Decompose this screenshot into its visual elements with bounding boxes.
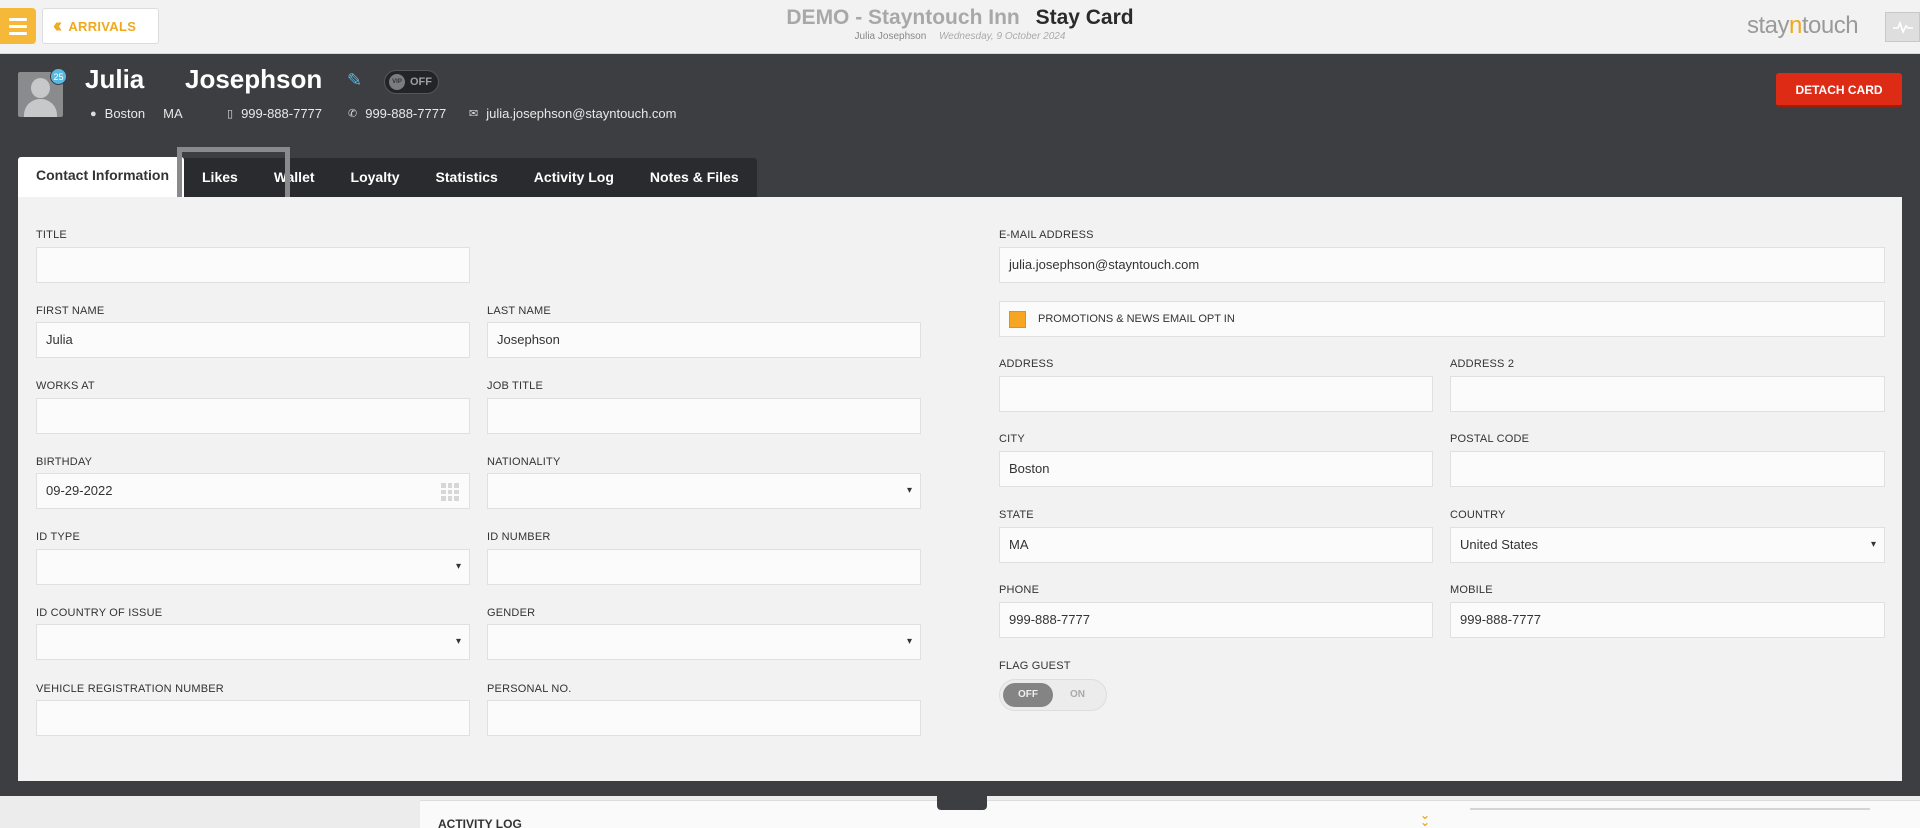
divider [1470, 808, 1870, 810]
email-input[interactable]: julia.josephson@stayntouch.com [999, 247, 1885, 283]
city-label: CITY [999, 433, 1025, 445]
gender-label: GENDER [487, 607, 536, 619]
tab-statistics[interactable]: Statistics [418, 158, 516, 197]
activity-pulse-icon[interactable] [1885, 12, 1920, 42]
address2-input[interactable] [1450, 376, 1885, 412]
nationality-label: NATIONALITY [487, 456, 561, 468]
guest-last-name: Josephson [185, 64, 323, 94]
birthday-value: 09-29-2022 [46, 483, 113, 498]
state-input[interactable]: MA [999, 527, 1433, 563]
tab-activity-log[interactable]: Activity Log [516, 158, 632, 197]
vip-toggle[interactable]: VIP OFF [384, 70, 439, 94]
last-name-input[interactable]: Josephson [487, 322, 921, 358]
envelope-icon: ✉ [469, 108, 479, 120]
guest-mobile-info: ▯ 999-888-7777 [227, 106, 322, 121]
tab-wallet[interactable]: Wallet [256, 158, 333, 197]
mobile-label: MOBILE [1450, 584, 1493, 596]
country-label: COUNTRY [1450, 509, 1506, 521]
mobile-phone-icon: ▯ [227, 108, 234, 120]
back-to-arrivals-button[interactable]: ‹‹ ARRIVALS [42, 8, 159, 44]
flag-guest-label: FLAG GUEST [999, 660, 1071, 672]
personal-no-label: PERSONAL NO. [487, 683, 572, 695]
vip-toggle-state: OFF [410, 76, 432, 88]
title-input[interactable] [36, 247, 470, 283]
vip-badge: VIP [389, 74, 405, 90]
state-label: STATE [999, 509, 1034, 521]
guest-email: julia.josephson@stayntouch.com [486, 106, 677, 121]
phone-input[interactable]: 999-888-7777 [999, 602, 1433, 638]
calendar-icon[interactable] [441, 483, 459, 501]
double-chevron-down-icon[interactable]: ⌄ ⌄ [1420, 809, 1430, 828]
guest-city: Boston [104, 106, 146, 121]
guest-state: MA [163, 106, 183, 121]
id-type-select[interactable] [36, 549, 470, 585]
guest-phone: 999-888-7777 [365, 106, 447, 121]
back-button-label: ARRIVALS [68, 18, 137, 34]
birthday-input[interactable]: 09-29-2022 [36, 473, 470, 509]
address-label: ADDRESS [999, 358, 1054, 370]
guest-first-name: Julia [85, 64, 145, 94]
subtitle-guest-name: Julia Josephson [854, 31, 927, 42]
works-at-input[interactable] [36, 398, 470, 434]
page-title: Stay Card [1035, 6, 1134, 29]
drawer-handle[interactable] [937, 796, 987, 810]
birthday-label: BIRTHDAY [36, 456, 93, 468]
double-chevron-left-icon: ‹‹ [53, 15, 63, 37]
guest-location: ● Boston MA [90, 106, 183, 121]
detach-card-button[interactable]: DETACH CARD [1776, 73, 1902, 107]
tab-loyalty[interactable]: Loyalty [333, 158, 418, 197]
flag-guest-toggle[interactable]: OFF ON [999, 679, 1107, 711]
checkbox-icon[interactable] [1009, 310, 1026, 328]
first-name-label: FIRST NAME [36, 305, 105, 317]
guest-email-info: ✉ julia.josephson@stayntouch.com [469, 106, 676, 121]
mobile-input[interactable]: 999-888-7777 [1450, 602, 1885, 638]
country-select[interactable]: United States [1450, 527, 1885, 563]
tab-likes[interactable]: Likes [184, 158, 256, 197]
id-number-label: ID NUMBER [487, 531, 551, 543]
tab-contact-information[interactable]: Contact Information [18, 157, 184, 199]
flag-off-option[interactable]: OFF [1003, 683, 1053, 707]
promo-optin-checkbox[interactable]: PROMOTIONS & NEWS EMAIL OPT IN [999, 301, 1885, 337]
location-pin-icon: ● [90, 107, 97, 120]
address-input[interactable] [999, 376, 1433, 412]
works-at-label: WORKS AT [36, 380, 95, 392]
email-label: E-MAIL ADDRESS [999, 229, 1094, 241]
phone-icon: ✆ [348, 108, 358, 120]
top-bar: ‹‹ ARRIVALS DEMO - Stayntouch Inn Stay C… [0, 0, 1920, 54]
id-country-select[interactable] [36, 624, 470, 660]
activity-log-heading: ACTIVITY LOG [438, 817, 522, 828]
id-type-label: ID TYPE [36, 531, 80, 543]
property-name: DEMO - Stayntouch Inn [786, 6, 1020, 29]
city-input[interactable]: Boston [999, 451, 1433, 487]
promo-optin-label: PROMOTIONS & NEWS EMAIL OPT IN [1038, 313, 1235, 325]
job-title-input[interactable] [487, 398, 921, 434]
guest-phone-info: ✆ 999-888-7777 [348, 106, 446, 121]
personal-no-input[interactable] [487, 700, 921, 736]
business-date: Wednesday, 9 October 2024 [939, 31, 1066, 42]
title-label: TITLE [36, 229, 67, 241]
activity-log-panel [420, 800, 1920, 828]
menu-icon[interactable] [0, 8, 36, 44]
postal-code-input[interactable] [1450, 451, 1885, 487]
stay-count-badge: 25 [50, 68, 67, 85]
guest-mobile: 999-888-7777 [241, 106, 323, 121]
postal-code-label: POSTAL CODE [1450, 433, 1530, 445]
vehicle-label: VEHICLE REGISTRATION NUMBER [36, 683, 224, 695]
address2-label: ADDRESS 2 [1450, 358, 1515, 370]
phone-label: PHONE [999, 584, 1040, 596]
nationality-select[interactable] [487, 473, 921, 509]
tab-notes-files[interactable]: Notes & Files [632, 158, 757, 197]
first-name-input[interactable]: Julia [36, 322, 470, 358]
pin-icon[interactable]: ✎ [347, 70, 362, 91]
page-title-block: DEMO - Stayntouch Inn Stay Card Julia Jo… [700, 6, 1220, 42]
job-title-label: JOB TITLE [487, 380, 543, 392]
id-country-label: ID COUNTRY OF ISSUE [36, 607, 163, 619]
last-name-label: LAST NAME [487, 305, 551, 317]
stay-card-tabs: Likes Wallet Loyalty Statistics Activity… [184, 158, 757, 197]
id-number-input[interactable] [487, 549, 921, 585]
gender-select[interactable] [487, 624, 921, 660]
vehicle-input[interactable] [36, 700, 470, 736]
flag-on-option[interactable]: ON [1070, 683, 1085, 707]
brand-logo: stayntouch [1747, 12, 1859, 39]
